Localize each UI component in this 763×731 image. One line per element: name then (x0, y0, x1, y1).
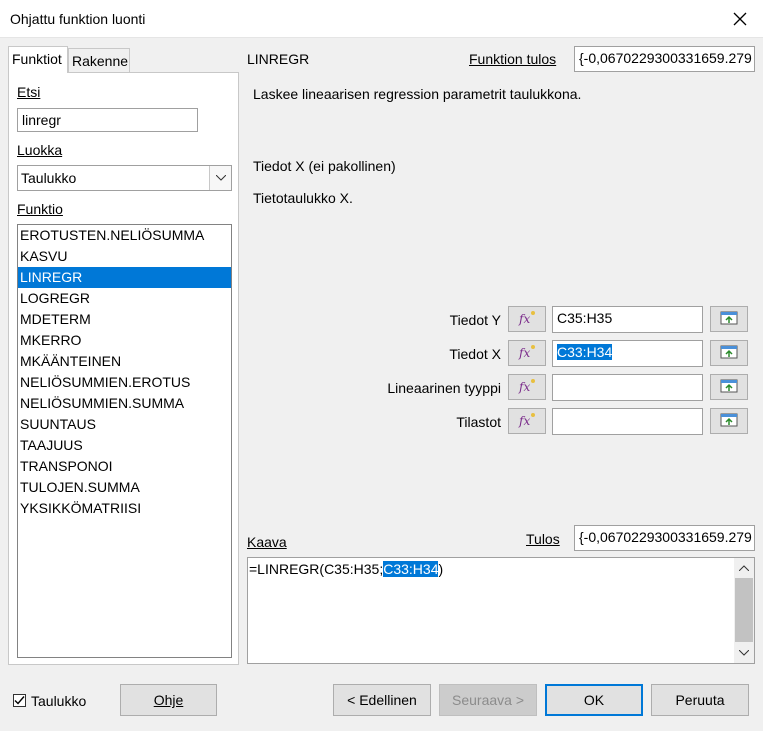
cancel-button[interactable]: Peruuta (651, 684, 749, 716)
shrink-icon (720, 311, 738, 328)
help-button[interactable]: Ohje (120, 684, 217, 716)
array-checkbox-label[interactable]: Taulukko (31, 693, 86, 709)
function-list[interactable]: EROTUSTEN.NELIÖSUMMA KASVU LINREGR LOGRE… (17, 224, 232, 658)
function-list-label-text: Funktio (17, 201, 63, 217)
list-item[interactable]: MDETERM (18, 309, 231, 330)
list-item[interactable]: MKERRO (18, 330, 231, 351)
function-name: LINREGR (247, 51, 310, 67)
category-label-text: Luokka (17, 142, 63, 158)
formula-text-before: =LINREGR(C35:H35; (249, 561, 384, 577)
category-select[interactable]: Taulukko (17, 165, 232, 191)
chevron-up-icon[interactable] (734, 558, 754, 578)
help-button-label: Ohje (153, 692, 184, 708)
list-item[interactable]: SUUNTAUS (18, 414, 231, 435)
shrink-icon (720, 345, 738, 362)
function-wizard-icon: fx (517, 378, 537, 397)
chevron-down-icon[interactable] (734, 643, 754, 663)
formula-editor[interactable]: =LINREGR(C35:H35;C33:H34) (247, 557, 755, 664)
ok-button[interactable]: OK (545, 684, 643, 716)
fx-button-data-y[interactable]: fx (508, 306, 546, 332)
arg-label-statistics: Tilastot (456, 414, 501, 430)
list-item[interactable]: KASVU (18, 246, 231, 267)
list-item[interactable]: EROTUSTEN.NELIÖSUMMA (18, 225, 231, 246)
next-button[interactable]: Seuraava > (439, 684, 537, 716)
list-item-selected[interactable]: LINREGR (18, 267, 231, 288)
data-x-input[interactable]: C33:H34 (552, 340, 703, 367)
function-description: Laskee lineaarisen regression parametrit… (253, 86, 582, 102)
formula-label-text: Kaava (247, 534, 287, 550)
result-label-text: Tulos (526, 531, 560, 547)
function-result-field[interactable]: {-0,0670229300331659.279 (574, 46, 755, 72)
fx-button-statistics[interactable]: fx (508, 408, 546, 434)
back-button[interactable]: < Edellinen (333, 684, 431, 716)
argument-description: Tietotaulukko X. (253, 190, 353, 206)
array-checkbox[interactable] (13, 694, 26, 707)
shrink-icon (720, 413, 738, 430)
formula-text-selected: C33:H34 (383, 561, 439, 577)
list-item[interactable]: NELIÖSUMMIEN.SUMMA (18, 393, 231, 414)
data-x-value: C33:H34 (557, 344, 613, 360)
function-list-label: Funktio (17, 201, 63, 217)
list-item[interactable]: YKSIKKÖMATRIISI (18, 498, 231, 519)
shrink-icon (720, 379, 738, 396)
scrollbar-thumb[interactable] (735, 578, 753, 642)
checkmark-icon (14, 693, 25, 709)
result-label: Tulos (526, 531, 560, 547)
formula-text-after: ) (438, 561, 444, 577)
category-label: Luokka (17, 142, 62, 158)
function-wizard-icon: fx (517, 344, 537, 363)
shrink-button-data-y[interactable] (710, 306, 748, 332)
list-item[interactable]: MKÄÄNTEINEN (18, 351, 231, 372)
shrink-button-linear-type[interactable] (710, 374, 748, 400)
svg-text:fx: fx (518, 312, 530, 326)
formula-text: =LINREGR(C35:H35;C33:H34) (249, 561, 443, 577)
category-value: Taulukko (21, 170, 77, 186)
list-item[interactable]: TULOJEN.SUMMA (18, 477, 231, 498)
arg-label-data-y: Tiedot Y (449, 312, 501, 328)
data-y-input[interactable]: C35:H35 (552, 306, 703, 333)
search-input[interactable]: linregr (17, 108, 198, 132)
function-wizard-icon: fx (517, 412, 537, 431)
chevron-down-icon[interactable] (209, 166, 231, 190)
argument-title: Tiedot X (ei pakollinen) (253, 158, 396, 174)
list-item[interactable]: LOGREGR (18, 288, 231, 309)
list-item[interactable]: TRANSPONOI (18, 456, 231, 477)
window-title: Ohjattu funktion luonti (10, 11, 146, 27)
tab-structure[interactable]: Rakenne (68, 48, 130, 72)
function-wizard-icon: fx (517, 310, 537, 329)
shrink-button-statistics[interactable] (710, 408, 748, 434)
tab-functions[interactable]: Funktiot (8, 46, 68, 73)
arg-label-linear-type: Lineaarinen tyyppi (387, 380, 501, 396)
title-bar: Ohjattu funktion luonti (0, 0, 763, 38)
fx-button-linear-type[interactable]: fx (508, 374, 546, 400)
close-icon[interactable] (725, 4, 755, 34)
formula-label: Kaava (247, 534, 287, 550)
svg-text:fx: fx (518, 380, 530, 394)
fx-button-data-x[interactable]: fx (508, 340, 546, 366)
shrink-button-data-x[interactable] (710, 340, 748, 366)
statistics-input[interactable] (552, 408, 703, 435)
svg-text:fx: fx (518, 346, 530, 360)
formula-scrollbar[interactable] (734, 558, 754, 663)
function-result-label: Funktion tulos (469, 51, 556, 67)
function-result-label-text: Funktion tulos (469, 51, 557, 67)
list-item[interactable]: NELIÖSUMMIEN.EROTUS (18, 372, 231, 393)
search-label: Etsi (17, 84, 40, 100)
search-label-text: Etsi (17, 84, 41, 100)
list-item[interactable]: TAAJUUS (18, 435, 231, 456)
result-field[interactable]: {-0,0670229300331659.279 (574, 525, 755, 551)
arg-label-data-x: Tiedot X (449, 346, 501, 362)
linear-type-input[interactable] (552, 374, 703, 401)
svg-text:fx: fx (518, 414, 530, 428)
